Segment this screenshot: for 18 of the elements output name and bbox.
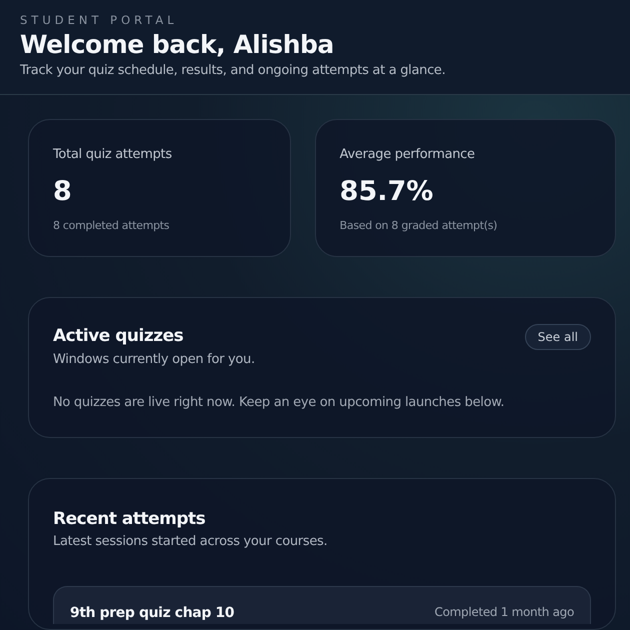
stat-value: 85.7% [340, 174, 434, 208]
page-subtitle: Track your quiz schedule, results, and ongoing attempts at a glance. [20, 62, 446, 80]
attempt-item[interactable]: 9th prep quiz chap 10 Completed 1 month ago [53, 586, 591, 624]
attempt-title: 9th prep quiz chap 10 [70, 604, 234, 622]
eyebrow-text: STUDENT PORTAL [20, 13, 178, 27]
stat-label: Average performance [340, 146, 476, 164]
attempt-status: Completed 1 month ago [434, 604, 574, 620]
section-title: Active quizzes [53, 325, 184, 348]
empty-message: No quizzes are live right now. Keep an eye on upcoming launches below. [53, 394, 506, 412]
stat-value: 8 [53, 174, 73, 208]
page-title: Welcome back, Alishba [20, 29, 335, 60]
section-subtitle: Latest sessions started across your courses. [53, 533, 328, 551]
see-all-button[interactable]: See all [524, 324, 591, 350]
stat-label: Total quiz attempts [53, 146, 173, 164]
section-subtitle: Windows currently open for you. [53, 350, 255, 368]
stat-note: 8 completed attempts [53, 218, 170, 234]
stat-note: Based on 8 graded attempt(s) [340, 218, 498, 234]
section-title: Recent attempts [53, 508, 206, 530]
